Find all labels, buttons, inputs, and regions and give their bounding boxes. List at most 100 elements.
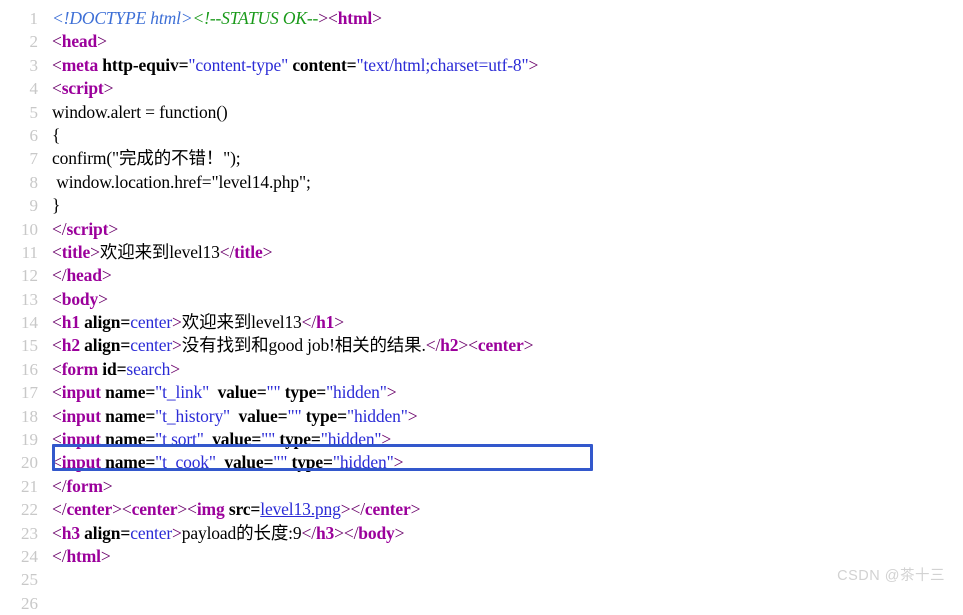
token-attrval: "" [261,429,276,450]
token-attrname: = [323,452,333,473]
code-line: 9} [0,194,963,217]
line-number: 9 [29,196,39,216]
token-bracket: < [187,499,197,520]
line-number: 20 [21,453,38,473]
line-number: 4 [29,79,39,99]
code-line: 17 <input name="t_link" value="" type="hi… [0,381,963,404]
code-line: 16 <form id=search> [0,358,963,381]
token-attrname: align [84,335,121,356]
source-code-listing[interactable]: 1 <!DOCTYPE html><!--STATUS OK--><html> 2 <… [0,7,963,615]
csdn-watermark: CSDN @茶十三 [837,568,945,584]
token-tag: h2 [440,335,459,356]
code-line: 2 <head> [0,30,963,53]
code-text: </head> [38,264,112,287]
token-bracket: > [372,8,382,28]
code-line: 3 <meta http-equiv="content-type" content… [0,54,963,77]
line-number: 17 [21,383,38,403]
token-tag: center [477,335,524,356]
token-attrname: = [145,405,156,426]
token-bracket: </ [52,475,67,496]
code-text: window.location.href="level14.php"; [38,171,311,194]
line-number: 26 [21,593,38,613]
token-text: payload的长度:9 [181,522,302,543]
token-bracket: > [340,499,351,520]
token-bracket: </ [219,241,235,262]
token-attrname: align [84,522,121,543]
token-attrname: name [105,452,146,473]
code-text: <h3 align=center>payload的长度:9</h3></body… [38,522,405,545]
code-line: 15 <h2 align=center>没有找到和good job!相关的结果.<… [0,334,963,357]
token-tag: meta [61,54,99,75]
token-bracket: > [101,265,112,286]
token-attrval: "" [287,405,302,426]
code-text: window.alert = function() [38,101,228,124]
token-bracket: < [52,288,62,309]
code-text: <input name="t sort" value="" type="hidd… [38,428,391,451]
token-bracket: </ [301,312,317,333]
token-tag: input [61,452,101,473]
token-attrval: "t_cook" [155,452,216,473]
token-bracket: > [528,54,539,75]
token-attrname: = [145,382,156,403]
token-link[interactable]: level13.png [260,499,341,519]
token-bracket: > [98,288,108,309]
view-source-page: 1 <!DOCTYPE html><!--STATUS OK--><html> 2 <… [0,0,963,613]
code-line: 24 </html> [0,545,963,568]
token-bracket: < [52,312,62,333]
token-text: { [52,124,61,145]
token-tag: body [358,522,395,543]
code-line: 20 <input name="t_cook" value="" type="hi… [0,451,963,474]
token-attrname: value [224,452,264,473]
code-text: <head> [38,30,107,53]
token-attrval: "content-type" [188,54,289,75]
code-line: 25 [0,568,963,591]
token-bracket: < [327,8,338,28]
line-number: 13 [21,289,38,309]
token-tag: title [234,241,263,262]
token-attrname: = [120,335,131,356]
token-tag: body [61,288,99,309]
token-bracket: < [52,358,62,379]
code-text: <form id=search> [38,358,180,381]
token-bracket: < [52,429,62,450]
token-attrname: = [346,54,357,75]
token-attrname: type [291,452,324,473]
token-bracket: < [52,405,62,426]
token-tag: form [61,358,99,379]
token-bracket: > [103,78,114,99]
line-number: 6 [29,125,39,145]
line-number: 12 [21,266,38,286]
token-attrname: = [316,382,327,403]
token-bracket: </ [52,218,67,239]
token-attrval: "hidden" [347,405,408,426]
token-text: confirm("完成的不错！"); [52,148,241,169]
token-attrval: "hidden" [326,382,387,403]
token-bracket: > [334,522,344,543]
token-bracket: < [52,382,62,403]
token-tag: form [66,475,103,496]
token-bracket: > [172,335,182,356]
line-number: 16 [21,359,38,379]
token-attrval: search [126,358,171,379]
token-attrval: center [130,522,173,543]
token-attrval: center [130,335,173,356]
line-number: 21 [21,476,38,496]
token-attrname: id [102,358,117,379]
code-text: <title>欢迎来到level13</title> [38,241,272,264]
token-attrval: "" [273,452,288,473]
token-attrval: "t sort" [155,429,204,450]
token-attrname: = [178,54,189,75]
token-attrname: type [284,382,317,403]
token-attrname: src [228,499,251,520]
token-tag: center [66,499,113,520]
token-attrname: value [217,382,257,403]
token-attrname: value [238,405,278,426]
token-bracket: > [97,31,107,52]
line-number: 18 [21,406,38,426]
line-number: 24 [21,546,38,566]
token-bracket: > [394,522,405,543]
token-bracket: > [386,382,397,403]
code-text: </script> [38,218,118,241]
code-line: 21 </form> [0,475,963,498]
